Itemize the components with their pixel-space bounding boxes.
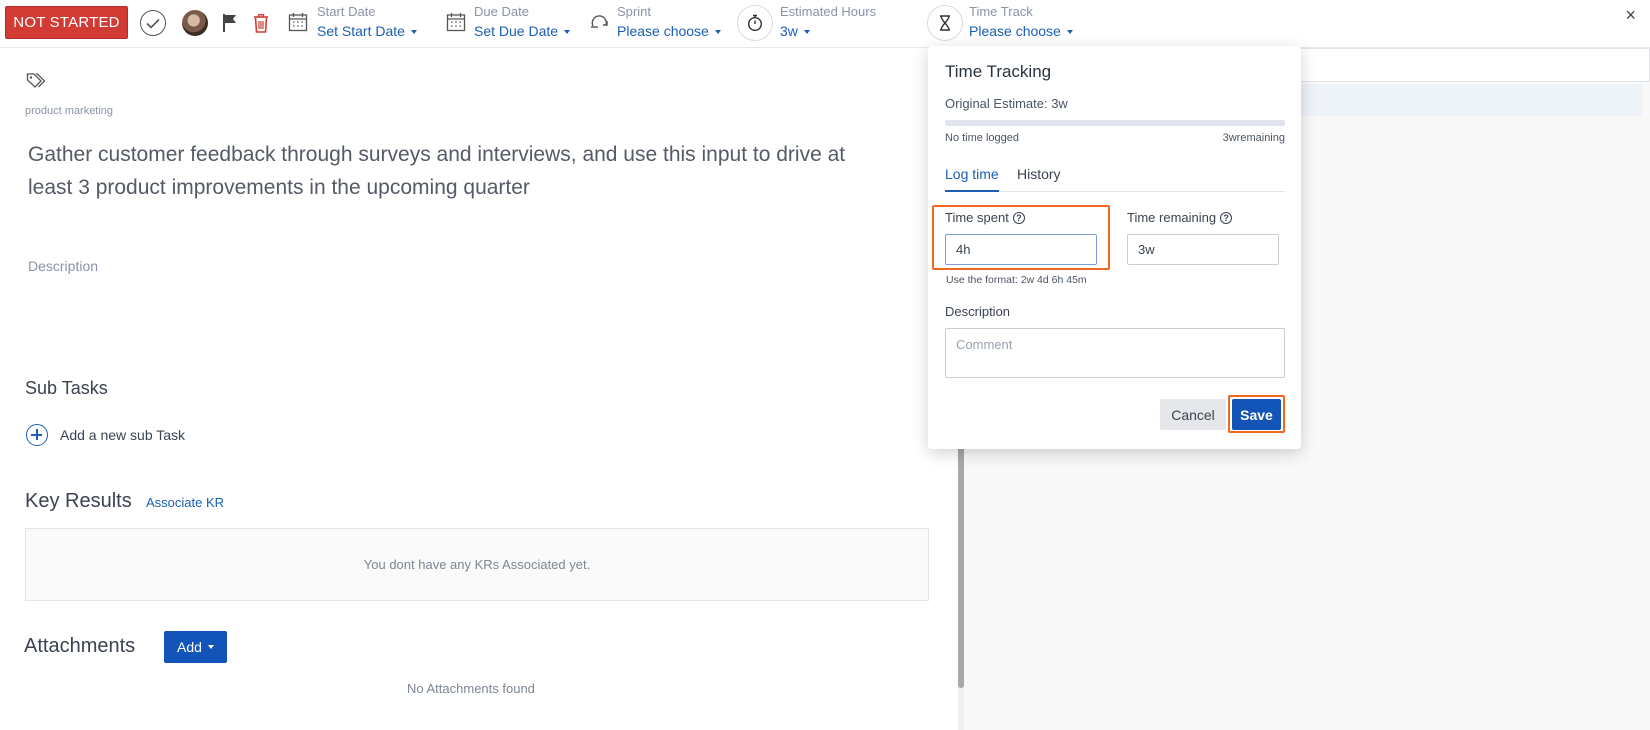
assignee-avatar[interactable] [182,10,208,36]
time-track-value[interactable]: Please choose [969,21,1073,41]
estimated-hours-label: Estimated Hours [780,4,877,19]
add-sub-task-button[interactable]: Add a new sub Task [26,424,185,446]
help-icon[interactable]: ? [1012,211,1025,224]
time-tracking-tabs: Log time History [945,166,1285,192]
due-date-field[interactable]: Due Date Set Due Date [474,4,571,44]
estimated-hours-value[interactable]: 3w [780,21,876,41]
status-button[interactable]: NOT STARTED [5,6,128,39]
time-logged-text: No time logged [945,132,1019,144]
save-button[interactable]: Save [1232,399,1281,430]
chevron-down-icon [564,30,571,35]
time-progress-bar [945,120,1285,126]
chevron-down-icon [714,30,721,35]
sprint-icon [590,12,610,32]
description-label: Description [945,304,1011,319]
right-pane-input[interactable] [1296,48,1650,82]
add-attachment-label: Add [177,639,202,655]
time-spent-input[interactable] [945,234,1097,265]
start-date-value[interactable]: Set Start Date [317,21,417,41]
plus-circle-icon [26,424,48,446]
sub-tasks-heading: Sub Tasks [25,378,108,398]
attachments-empty-text: No Attachments found [407,681,535,696]
delete-trash-icon[interactable] [251,11,271,35]
help-icon[interactable]: ? [1220,211,1233,224]
chevron-down-icon [410,30,417,35]
start-date-calendar-icon [288,12,308,32]
time-spent-label: Time spent? [945,210,1025,225]
cancel-button[interactable]: Cancel [1160,399,1226,430]
due-date-calendar-icon [446,12,466,32]
due-date-label: Due Date [474,4,529,19]
right-pane-row [1296,84,1642,116]
key-results-empty-text: You dont have any KRs Associated yet. [363,557,591,572]
complete-check-icon[interactable] [140,10,166,36]
time-remaining-text: 3wremaining [1222,132,1285,144]
time-tracking-popup: Time Tracking Original Estimate: 3w No t… [928,46,1301,449]
tab-log-time[interactable]: Log time [945,166,999,192]
original-estimate: Original Estimate: 3w [945,96,1068,111]
format-hint: Use the format: 2w 4d 6h 45m [946,274,1087,286]
stopwatch-icon [737,5,773,41]
flag-icon[interactable] [220,12,240,34]
chevron-down-icon [207,645,214,649]
associate-kr-link[interactable]: Associate KR [146,495,224,510]
comment-input[interactable] [945,328,1285,378]
hourglass-icon [927,5,963,41]
tag-icon[interactable] [26,72,46,90]
sprint-label: Sprint [617,4,651,19]
sprint-field[interactable]: Sprint Please choose [617,4,721,44]
add-attachment-button[interactable]: Add [164,631,227,663]
description-field[interactable]: Description [28,258,98,274]
attachments-heading: Attachments [24,635,136,657]
time-track-label: Time Track [969,4,1033,19]
task-title[interactable]: Gather customer feedback through surveys… [28,138,868,204]
task-toolbar: NOT STARTED Start Date Set Start Date Du… [0,0,1650,48]
tab-history[interactable]: History [1017,166,1061,192]
due-date-value[interactable]: Set Due Date [474,21,571,41]
start-date-field[interactable]: Start Date Set Start Date [317,4,417,44]
chevron-down-icon [803,30,810,35]
key-results-heading: Key Results [25,490,132,512]
chevron-down-icon [1066,30,1073,35]
add-sub-task-label: Add a new sub Task [60,427,186,443]
time-remaining-input[interactable] [1127,234,1279,265]
task-tag[interactable]: product marketing [25,105,113,117]
popup-title: Time Tracking [945,62,1052,81]
start-date-label: Start Date [317,4,376,19]
close-icon[interactable]: × [1625,5,1636,26]
time-track-field[interactable]: Time Track Please choose [969,4,1073,44]
key-results-empty-box: You dont have any KRs Associated yet. [25,528,929,601]
time-remaining-label: Time remaining? [1127,210,1233,225]
estimated-hours-field[interactable]: Estimated Hours 3w [780,4,876,44]
sprint-value[interactable]: Please choose [617,21,721,41]
